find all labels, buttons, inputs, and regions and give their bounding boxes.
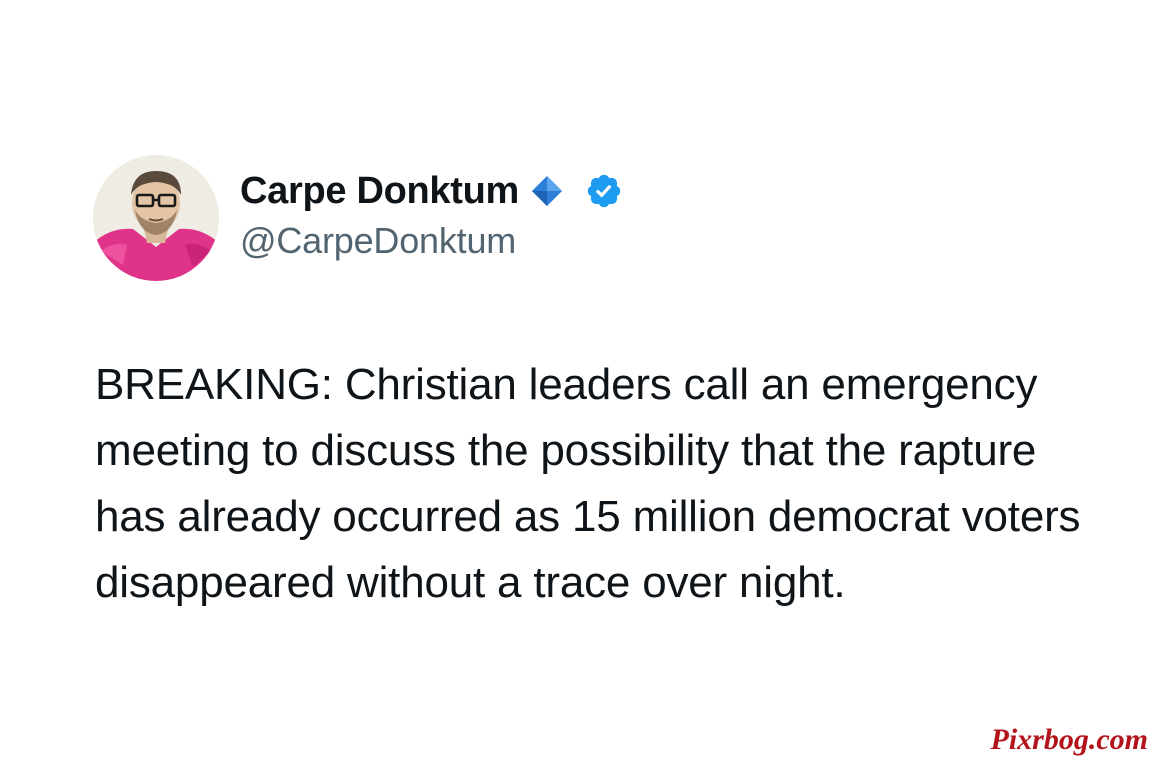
- author-handle[interactable]: @CarpeDonktum: [240, 220, 623, 262]
- blue-diamond-icon: [529, 173, 565, 209]
- tweet-body-text: BREAKING: Christian leaders call an emer…: [95, 360, 1081, 607]
- name-row: Carpe Donktum: [240, 168, 623, 214]
- watermark-logo: Pixrbog.com: [990, 723, 1149, 756]
- avatar-portrait-icon: [93, 155, 219, 281]
- tweet-card: Carpe Donktum @CarpeDonktum BREAKING: Ch…: [0, 0, 1170, 773]
- author-info: Carpe Donktum @CarpeDonktum: [240, 168, 623, 262]
- author-display-name[interactable]: Carpe Donktum: [240, 170, 519, 213]
- author-avatar[interactable]: [93, 155, 219, 281]
- verified-badge-icon[interactable]: [585, 172, 623, 210]
